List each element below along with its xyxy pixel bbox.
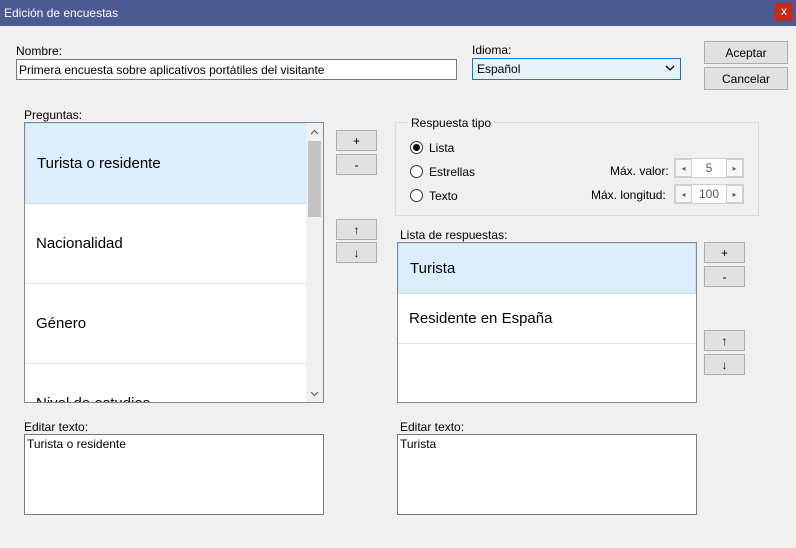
increment-icon[interactable]: ▸ — [726, 159, 743, 177]
move-question-up-button[interactable]: ↑ — [336, 219, 377, 240]
chevron-down-icon[interactable] — [306, 385, 323, 402]
language-label: Idioma: — [472, 43, 512, 57]
language-value: Español — [477, 62, 521, 76]
move-answer-up-button[interactable]: ↑ — [704, 330, 745, 351]
question-edit-textarea[interactable]: Turista o residente — [24, 434, 324, 515]
chevron-down-icon — [665, 65, 675, 71]
question-item[interactable]: Turista o residente — [25, 123, 307, 204]
max-value-value[interactable]: 5 — [692, 159, 726, 177]
close-button[interactable]: x — [775, 3, 793, 21]
add-answer-button[interactable]: + — [704, 242, 745, 263]
questions-list[interactable]: Turista o residente Nacionalidad Género … — [24, 122, 324, 403]
chevron-up-icon[interactable] — [306, 123, 323, 140]
move-question-down-button[interactable]: ↓ — [336, 242, 377, 263]
question-item[interactable]: Nacionalidad — [25, 204, 307, 284]
name-label: Nombre: — [16, 44, 63, 58]
max-value-spinner[interactable]: ◂ 5 ▸ — [674, 158, 744, 178]
answer-type-title: Respuesta tipo — [408, 116, 495, 130]
radio-lista[interactable] — [410, 141, 423, 154]
decrement-icon[interactable]: ◂ — [675, 185, 692, 203]
radio-estrellas[interactable] — [410, 165, 423, 178]
questions-scrollbar[interactable] — [306, 123, 323, 402]
answers-list[interactable]: Turista Residente en España — [397, 242, 697, 403]
language-select[interactable]: Español — [472, 58, 681, 80]
remove-answer-button[interactable]: - — [704, 266, 745, 287]
accept-button[interactable]: Aceptar — [704, 41, 788, 64]
radio-estrellas-label: Estrellas — [429, 165, 476, 179]
move-answer-down-button[interactable]: ↓ — [704, 354, 745, 375]
scroll-thumb[interactable] — [308, 141, 321, 217]
answer-item[interactable]: Turista — [398, 243, 696, 294]
window-title: Edición de encuestas — [4, 6, 119, 20]
question-item[interactable]: Género — [25, 284, 307, 364]
answer-edit-textarea[interactable]: Turista — [397, 434, 697, 515]
remove-question-button[interactable]: - — [336, 154, 377, 175]
max-length-value[interactable]: 100 — [692, 185, 726, 203]
cancel-button[interactable]: Cancelar — [704, 67, 788, 90]
questions-label: Preguntas: — [24, 108, 83, 122]
max-length-spinner[interactable]: ◂ 100 ▸ — [674, 184, 744, 204]
answer-edit-label: Editar texto: — [400, 420, 465, 434]
radio-lista-label: Lista — [429, 141, 455, 155]
radio-texto-label: Texto — [429, 189, 458, 203]
add-question-button[interactable]: + — [336, 130, 377, 151]
max-length-label: Máx. longitud: — [591, 188, 666, 202]
answers-label: Lista de respuestas: — [400, 228, 508, 242]
title-bar: Edición de encuestas x — [0, 0, 796, 26]
answer-item[interactable]: Residente en España — [398, 294, 696, 344]
max-value-label: Máx. valor: — [610, 164, 669, 178]
increment-icon[interactable]: ▸ — [726, 185, 743, 203]
name-input[interactable]: Primera encuesta sobre aplicativos portá… — [16, 59, 457, 80]
radio-texto[interactable] — [410, 189, 423, 202]
question-item[interactable]: Nivel de estudios — [25, 364, 307, 402]
decrement-icon[interactable]: ◂ — [675, 159, 692, 177]
question-edit-label: Editar texto: — [24, 420, 89, 434]
